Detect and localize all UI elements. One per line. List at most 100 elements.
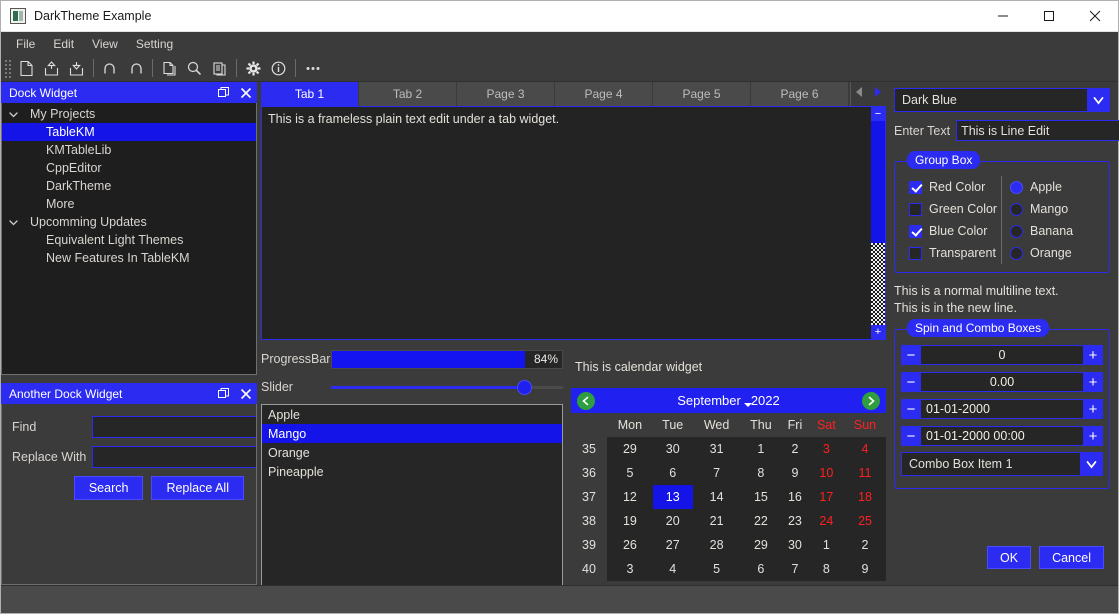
calendar-day-cell[interactable]: 25 — [844, 509, 886, 533]
calendar-day-cell[interactable]: 1 — [808, 533, 845, 557]
calendar-day-cell[interactable]: 5 — [607, 461, 653, 485]
calendar-day-cell[interactable]: 16 — [781, 485, 809, 509]
tree-item[interactable]: My Projects — [2, 105, 256, 123]
tab-2[interactable]: Tab 2 — [359, 82, 457, 106]
tree-item[interactable]: Upcomming Updates — [2, 213, 256, 231]
calendar-day-cell[interactable]: 24 — [808, 509, 845, 533]
calendar-day-cell[interactable]: 3 — [808, 437, 845, 461]
dock-float-icon[interactable] — [213, 82, 235, 103]
undo-icon[interactable] — [98, 56, 123, 81]
menu-item-file[interactable]: File — [7, 34, 44, 54]
chevron-down-icon[interactable] — [6, 217, 20, 228]
calendar-day-cell[interactable]: 20 — [652, 509, 693, 533]
close-icon[interactable] — [1072, 1, 1118, 32]
menu-item-view[interactable]: View — [83, 34, 127, 54]
radio-row[interactable]: Mango — [1002, 198, 1103, 220]
copy-icon[interactable] — [157, 56, 182, 81]
tree-item[interactable]: CppEditor — [2, 159, 256, 177]
theme-combo-box[interactable]: Dark Blue — [894, 88, 1110, 112]
download-icon[interactable] — [64, 56, 89, 81]
scrollbar-track[interactable] — [871, 121, 885, 325]
paste-icon[interactable] — [207, 56, 232, 81]
spin-box-value[interactable]: 01-01-2000 — [921, 399, 1083, 419]
radio-row[interactable]: Apple — [1002, 176, 1103, 198]
chevron-down-icon[interactable] — [1087, 89, 1109, 111]
scroll-up-button[interactable]: − — [871, 107, 885, 121]
list-item[interactable]: Mango — [262, 424, 562, 443]
slider-handle[interactable] — [516, 380, 532, 395]
radio-icon[interactable] — [1010, 180, 1023, 194]
upload-icon[interactable] — [39, 56, 64, 81]
chevron-down-icon[interactable] — [6, 109, 20, 120]
calendar-day-cell[interactable]: 23 — [781, 509, 809, 533]
overflow-icon[interactable] — [300, 56, 325, 81]
replace-all-button[interactable]: Replace All — [151, 476, 244, 500]
info-icon[interactable] — [266, 56, 291, 81]
checkbox-row[interactable]: Red Color — [901, 176, 1001, 198]
minimize-icon[interactable] — [980, 1, 1026, 32]
calendar-day-cell[interactable]: 2 — [844, 533, 886, 557]
calendar-day-cell[interactable]: 17 — [808, 485, 845, 509]
radio-row[interactable]: Orange — [1002, 242, 1103, 264]
line-edit-input[interactable] — [956, 120, 1119, 141]
fruit-list-widget[interactable]: Apple Mango Orange Pineapple — [261, 404, 563, 606]
slider[interactable] — [331, 378, 563, 396]
calendar-prev-icon[interactable] — [577, 391, 595, 410]
spin-decrement-button[interactable]: − — [901, 372, 921, 392]
tree-item[interactable]: KMTableLib — [2, 141, 256, 159]
ok-button[interactable]: OK — [987, 546, 1032, 569]
calendar-day-cell[interactable]: 15 — [740, 485, 782, 509]
tree-item[interactable]: New Features In TableKM — [2, 249, 256, 267]
tree-item[interactable]: TableKM — [2, 123, 256, 141]
calendar-day-cell[interactable]: 9 — [781, 461, 809, 485]
spin-decrement-button[interactable]: − — [901, 345, 921, 365]
tab-5[interactable]: Page 5 — [653, 82, 751, 106]
chevron-down-icon[interactable] — [1080, 453, 1102, 475]
scroll-down-button[interactable]: + — [871, 325, 885, 339]
calendar-next-icon[interactable] — [862, 391, 880, 410]
calendar-day-cell[interactable]: 19 — [607, 509, 653, 533]
menu-item-setting[interactable]: Setting — [127, 34, 182, 54]
calendar-day-cell[interactable]: 29 — [740, 533, 782, 557]
dock-float-icon[interactable] — [213, 383, 235, 404]
spin-box[interactable]: −0 + — [901, 344, 1103, 366]
tab-prev-icon[interactable] — [854, 85, 865, 103]
replace-input[interactable] — [92, 446, 256, 468]
calendar-day-cell[interactable]: 26 — [607, 533, 653, 557]
spin-box-value[interactable]: 0.00 — [921, 372, 1083, 392]
editor-vertical-scrollbar[interactable]: − + — [871, 107, 885, 339]
radio-icon[interactable] — [1010, 246, 1023, 260]
tab-4[interactable]: Page 4 — [555, 82, 653, 106]
list-item[interactable]: Apple — [262, 405, 562, 424]
project-tree[interactable]: My Projects TableKM KMTableLib CppEditor Dar… — [2, 103, 256, 267]
toolbar-grip[interactable] — [3, 57, 11, 79]
calendar-day-cell[interactable]: 22 — [740, 509, 782, 533]
new-file-icon[interactable] — [14, 56, 39, 81]
tab-next-icon[interactable] — [872, 85, 883, 103]
calendar-day-cell[interactable]: 30 — [781, 533, 809, 557]
calendar-day-cell[interactable]: 12 — [607, 485, 653, 509]
spin-increment-button[interactable]: + — [1083, 399, 1103, 419]
calendar-day-cell[interactable]: 6 — [740, 557, 782, 581]
checkbox-icon[interactable] — [909, 202, 922, 216]
calendar-day-cell[interactable]: 14 — [692, 485, 741, 509]
search-icon[interactable] — [182, 56, 207, 81]
calendar-day-cell[interactable]: 5 — [692, 557, 741, 581]
calendar-day-cell[interactable]: 7 — [692, 461, 741, 485]
search-button[interactable]: Search — [73, 476, 144, 500]
calendar-day-cell[interactable]: 27 — [652, 533, 693, 557]
checkbox-icon[interactable] — [909, 246, 922, 260]
calendar-day-cell[interactable]: 8 — [808, 557, 845, 581]
spin-box[interactable]: −0.00 + — [901, 371, 1103, 393]
calendar-day-cell[interactable]: 9 — [844, 557, 886, 581]
calendar-day-cell[interactable]: 3 — [607, 557, 653, 581]
calendar-day-cell[interactable]: 6 — [652, 461, 693, 485]
tree-item[interactable]: DarkTheme — [2, 177, 256, 195]
radio-icon[interactable] — [1010, 224, 1023, 238]
tab-3[interactable]: Page 3 — [457, 82, 555, 106]
calendar-day-cell[interactable]: 21 — [692, 509, 741, 533]
dock-splitter[interactable] — [1, 375, 257, 383]
cancel-button[interactable]: Cancel — [1039, 546, 1104, 569]
radio-row[interactable]: Banana — [1002, 220, 1103, 242]
spin-increment-button[interactable]: + — [1083, 345, 1103, 365]
